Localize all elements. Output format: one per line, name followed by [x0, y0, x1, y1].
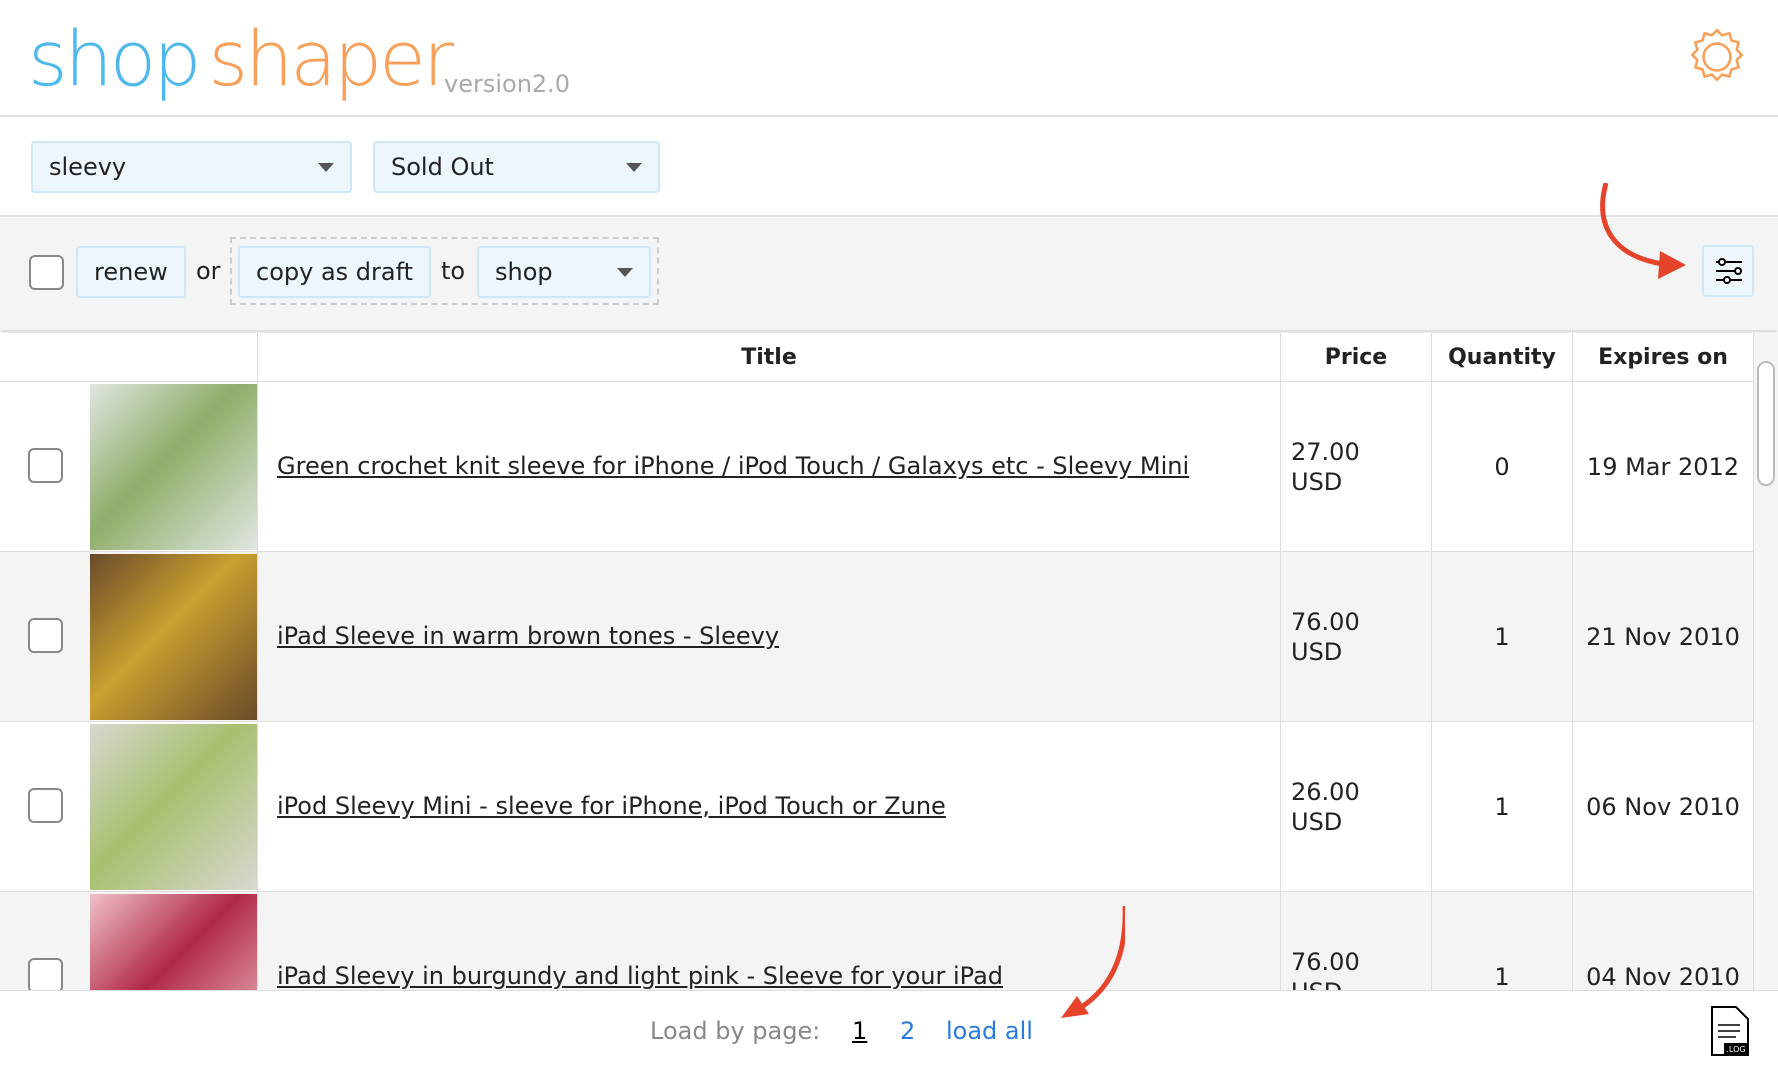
log-file-icon[interactable]: .LOG: [1710, 1005, 1750, 1057]
table-row: iPad Sleevy in burgundy and light pink -…: [0, 892, 1753, 990]
scrollbar[interactable]: [1753, 333, 1778, 990]
listings-table: Title Price Quantity Expires on Green cr…: [0, 333, 1753, 990]
table-header: Title Price Quantity Expires on: [0, 333, 1753, 382]
column-expires[interactable]: Expires on: [1572, 333, 1753, 382]
currency: USD: [1291, 808, 1343, 836]
shop-select[interactable]: sleevy: [31, 141, 352, 193]
select-all-checkbox[interactable]: [29, 255, 64, 290]
column-settings-button[interactable]: [1702, 245, 1754, 297]
product-thumbnail: [90, 554, 257, 720]
column-quantity[interactable]: Quantity: [1431, 333, 1572, 382]
header: shop shaper version2.0: [0, 0, 1778, 117]
price: 26.00: [1291, 778, 1360, 806]
or-label: or: [196, 257, 221, 285]
row-checkbox[interactable]: [28, 958, 63, 990]
filter-bar: sleevy Sold Out: [0, 117, 1778, 217]
quantity-cell: 0: [1431, 382, 1572, 552]
price: 27.00: [1291, 438, 1360, 466]
currency: USD: [1291, 468, 1343, 496]
product-thumbnail: [90, 724, 257, 890]
scrollbar-thumb[interactable]: [1757, 361, 1775, 486]
price-cell: 76.00USD: [1280, 552, 1431, 722]
page-1-link[interactable]: 1: [852, 1017, 867, 1045]
annotation-arrow: [1600, 183, 1686, 279]
chevron-down-icon: [318, 163, 334, 172]
quantity-cell: 1: [1431, 722, 1572, 892]
pagination-footer: Load by page: 1 2 load all .LOG: [0, 906, 1778, 1068]
price: 76.00: [1291, 608, 1360, 636]
row-checkbox[interactable]: [28, 788, 63, 823]
table-row: iPod Sleevy Mini - sleeve for iPhone, iP…: [0, 722, 1753, 892]
svg-text:.LOG: .LOG: [1726, 1045, 1745, 1054]
table-row: iPad Sleeve in warm brown tones - Sleevy…: [0, 552, 1753, 722]
listing-title-link[interactable]: iPad Sleeve in warm brown tones - Sleevy: [277, 622, 779, 650]
listing-title-link[interactable]: Green crochet knit sleeve for iPhone / i…: [277, 452, 1189, 480]
column-title[interactable]: Title: [257, 333, 1280, 382]
status-select[interactable]: Sold Out: [373, 141, 660, 193]
target-shop-select[interactable]: shop: [477, 246, 651, 298]
row-checkbox[interactable]: [28, 448, 63, 483]
price: 76.00: [1291, 948, 1360, 976]
quantity-cell: 1: [1431, 552, 1572, 722]
price-cell: 27.00 USD: [1280, 382, 1431, 552]
row-checkbox[interactable]: [28, 618, 63, 653]
sliders-icon: [1716, 258, 1742, 284]
page-2-link[interactable]: 2: [900, 1017, 915, 1045]
expires-cell: 19 Mar 2012: [1572, 382, 1753, 552]
quantity-cell: 1: [1431, 892, 1572, 990]
expires-cell: 06 Nov 2010: [1572, 722, 1753, 892]
column-price[interactable]: Price: [1280, 333, 1431, 382]
chevron-down-icon: [626, 163, 642, 172]
product-thumbnail: [90, 894, 257, 990]
gear-icon[interactable]: [1686, 26, 1748, 88]
listing-title-link[interactable]: iPad Sleevy in burgundy and light pink -…: [277, 962, 1003, 990]
expires-cell: 04 Nov 2010: [1572, 892, 1753, 990]
load-all-link[interactable]: load all: [946, 1017, 1033, 1045]
annotation-arrow: [1061, 906, 1125, 1018]
price-cell: 26.00 USD: [1280, 722, 1431, 892]
chevron-down-icon: [617, 268, 633, 277]
listing-title-link[interactable]: iPod Sleevy Mini - sleeve for iPhone, iP…: [277, 792, 946, 820]
product-thumbnail: [90, 384, 257, 550]
version-label: version2.0: [444, 70, 571, 98]
logo: shop shaper: [28, 14, 454, 103]
load-by-page-label: Load by page:: [650, 1017, 821, 1045]
expires-cell: 21 Nov 2010: [1572, 552, 1753, 722]
copy-as-draft-button[interactable]: copy as draft: [238, 246, 432, 298]
currency: USD: [1291, 638, 1343, 666]
price-cell: 76.00USD: [1280, 892, 1431, 990]
currency: USD: [1291, 977, 1431, 990]
to-label: to: [441, 257, 466, 285]
action-bar: renew or copy as draft to shop: [0, 183, 1778, 330]
renew-button[interactable]: renew: [76, 246, 186, 298]
table-row: Green crochet knit sleeve for iPhone / i…: [0, 382, 1753, 552]
